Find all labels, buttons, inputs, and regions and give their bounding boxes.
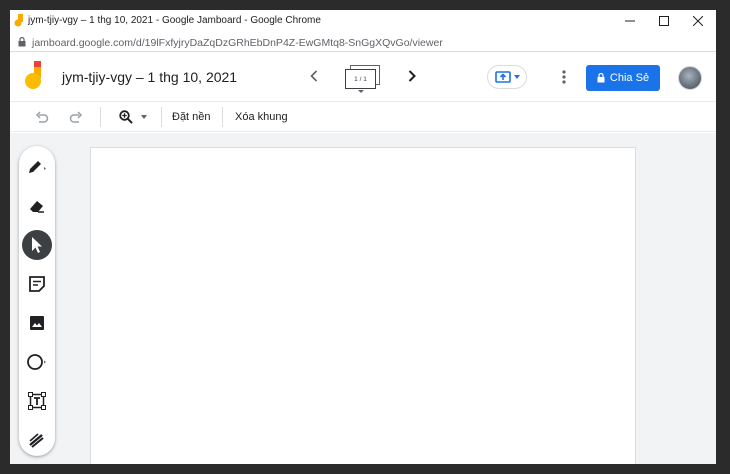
chrome-window: jym-tjiy-vgy – 1 thg 10, 2021 - Google J… — [10, 10, 716, 464]
sticky-note-tool-button[interactable] — [22, 269, 52, 299]
edit-toolbar: Đặt nền Xóa khung — [10, 102, 716, 132]
minimize-button[interactable] — [613, 10, 647, 32]
pen-icon — [29, 161, 46, 173]
set-background-button[interactable]: Đặt nền — [172, 107, 211, 127]
laser-icon — [29, 433, 44, 448]
more-vert-icon — [562, 70, 566, 84]
canvas-area — [10, 133, 716, 464]
previous-frame-button[interactable] — [304, 66, 324, 86]
image-tool-button[interactable] — [22, 308, 52, 338]
clear-frame-button[interactable]: Xóa khung — [235, 107, 288, 127]
frame-indicator: 1 / 1 — [345, 69, 376, 89]
jamboard-favicon-icon — [14, 14, 23, 27]
caret-down-icon — [513, 75, 520, 79]
chevron-right-icon — [408, 70, 416, 82]
share-button[interactable]: Chia Sẻ — [586, 65, 660, 91]
minimize-icon — [625, 20, 635, 22]
title-bar: jym-tjiy-vgy – 1 thg 10, 2021 - Google J… — [10, 10, 716, 32]
shape-tool-button[interactable] — [22, 347, 52, 377]
maximize-icon — [659, 16, 669, 26]
text-box-tool-button[interactable] — [22, 386, 52, 416]
laser-tool-button[interactable] — [22, 425, 52, 455]
redo-button[interactable] — [66, 107, 86, 127]
toolbar-divider — [161, 107, 162, 127]
window-title: jym-tjiy-vgy – 1 thg 10, 2021 - Google J… — [28, 15, 321, 26]
cursor-icon — [32, 237, 42, 253]
text-box-icon — [28, 392, 46, 410]
frame-bar-toggle[interactable]: 1 / 1 — [345, 65, 381, 93]
next-frame-button[interactable] — [402, 66, 422, 86]
sticky-note-icon — [29, 276, 45, 292]
toolbar-divider — [100, 107, 101, 127]
circle-icon — [27, 354, 46, 370]
toolbar-divider — [222, 107, 223, 127]
undo-icon — [35, 111, 49, 123]
more-options-button[interactable] — [556, 67, 572, 87]
account-avatar[interactable] — [678, 66, 702, 90]
close-window-button[interactable] — [681, 10, 715, 32]
close-icon — [693, 16, 703, 26]
pen-tool-button[interactable] — [22, 152, 52, 182]
zoom-button[interactable] — [113, 107, 153, 127]
url-text[interactable]: jamboard.google.com/d/19lFxfyjryDaZqDzGR… — [32, 37, 443, 49]
set-background-label: Đặt nền — [172, 111, 211, 123]
present-screen-icon — [494, 71, 511, 83]
zoom-in-icon — [119, 110, 133, 124]
eraser-tool-button[interactable] — [22, 191, 52, 221]
caret-down-icon — [358, 90, 364, 93]
whiteboard-frame[interactable] — [90, 147, 636, 464]
redo-icon — [69, 111, 83, 123]
share-label: Chia Sẻ — [609, 72, 650, 84]
maximize-button[interactable] — [647, 10, 681, 32]
present-button[interactable] — [487, 65, 527, 89]
lock-icon — [18, 37, 26, 47]
chevron-left-icon — [310, 70, 318, 82]
eraser-icon — [30, 201, 44, 213]
caret-down-icon — [141, 115, 147, 119]
address-bar[interactable]: jamboard.google.com/d/19lFxfyjryDaZqDzGR… — [10, 32, 716, 52]
lock-icon — [597, 73, 605, 83]
jamboard-logo-icon — [25, 61, 41, 89]
app-header: jym-tjiy-vgy – 1 thg 10, 2021 1 / 1 Chia… — [10, 52, 716, 102]
document-title[interactable]: jym-tjiy-vgy – 1 thg 10, 2021 — [62, 69, 237, 85]
undo-button[interactable] — [32, 107, 52, 127]
image-icon — [30, 316, 44, 330]
select-tool-button[interactable] — [22, 230, 52, 260]
tool-palette — [19, 146, 55, 456]
clear-frame-label: Xóa khung — [235, 111, 288, 123]
